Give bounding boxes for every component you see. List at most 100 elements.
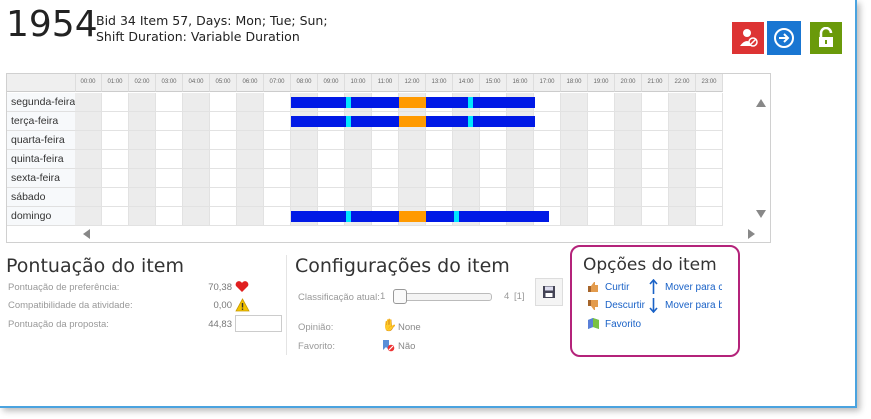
grid-cell[interactable] xyxy=(237,188,264,207)
scroll-right-arrow[interactable] xyxy=(748,229,755,239)
grid-cell[interactable] xyxy=(156,169,183,188)
grid-cell[interactable] xyxy=(210,93,237,112)
grid-cell[interactable] xyxy=(102,150,129,169)
grid-cell[interactable] xyxy=(669,150,696,169)
grid-cell[interactable] xyxy=(642,188,669,207)
like-link[interactable]: Curtir xyxy=(605,282,629,293)
grid-cell[interactable] xyxy=(561,207,588,226)
move-up-link[interactable]: Mover para c xyxy=(665,282,722,293)
grid-cell[interactable] xyxy=(426,169,453,188)
grid-cell[interactable] xyxy=(237,207,264,226)
grid-cell[interactable] xyxy=(534,131,561,150)
user-block-button[interactable] xyxy=(732,22,764,54)
grid-cell[interactable] xyxy=(372,188,399,207)
grid-cell[interactable] xyxy=(480,150,507,169)
grid-cell[interactable] xyxy=(534,188,561,207)
grid-cell[interactable] xyxy=(642,112,669,131)
grid-cell[interactable] xyxy=(399,150,426,169)
grid-cell[interactable] xyxy=(561,188,588,207)
grid-cell[interactable] xyxy=(156,112,183,131)
grid-cell[interactable] xyxy=(480,169,507,188)
grid-cell[interactable] xyxy=(399,131,426,150)
grid-cell[interactable] xyxy=(642,131,669,150)
grid-cell[interactable] xyxy=(507,150,534,169)
grid-cell[interactable] xyxy=(588,112,615,131)
grid-cell[interactable] xyxy=(75,131,102,150)
grid-cell[interactable] xyxy=(345,169,372,188)
grid-cell[interactable] xyxy=(399,169,426,188)
grid-cell[interactable] xyxy=(534,150,561,169)
grid-cell[interactable] xyxy=(588,93,615,112)
next-button[interactable] xyxy=(767,21,801,55)
grid-cell[interactable] xyxy=(615,131,642,150)
grid-cell[interactable] xyxy=(129,93,156,112)
grid-cell[interactable] xyxy=(75,188,102,207)
grid-cell[interactable] xyxy=(561,131,588,150)
grid-cell[interactable] xyxy=(669,188,696,207)
grid-cell[interactable] xyxy=(129,150,156,169)
grid-cell[interactable] xyxy=(669,169,696,188)
grid-cell[interactable] xyxy=(426,150,453,169)
grid-cell[interactable] xyxy=(642,169,669,188)
grid-cell[interactable] xyxy=(318,131,345,150)
grid-cell[interactable] xyxy=(669,207,696,226)
grid-cell[interactable] xyxy=(102,131,129,150)
grid-cell[interactable] xyxy=(264,93,291,112)
grid-cell[interactable] xyxy=(534,93,561,112)
grid-cell[interactable] xyxy=(264,131,291,150)
grid-cell[interactable] xyxy=(669,93,696,112)
grid-cell[interactable] xyxy=(588,169,615,188)
grid-cell[interactable] xyxy=(345,188,372,207)
grid-cell[interactable] xyxy=(156,93,183,112)
grid-cell[interactable] xyxy=(453,188,480,207)
grid-cell[interactable] xyxy=(129,169,156,188)
save-rating-button[interactable] xyxy=(535,278,563,306)
grid-cell[interactable] xyxy=(210,188,237,207)
grid-cell[interactable] xyxy=(183,207,210,226)
grid-cell[interactable] xyxy=(696,112,723,131)
grid-cell[interactable] xyxy=(183,131,210,150)
grid-cell[interactable] xyxy=(75,169,102,188)
grid-cell[interactable] xyxy=(102,207,129,226)
scroll-left-arrow[interactable] xyxy=(83,229,90,239)
grid-cell[interactable] xyxy=(453,169,480,188)
grid-cell[interactable] xyxy=(237,131,264,150)
grid-cell[interactable] xyxy=(480,131,507,150)
grid-cell[interactable] xyxy=(210,112,237,131)
dislike-link[interactable]: Descurtir xyxy=(605,300,645,311)
grid-cell[interactable] xyxy=(453,131,480,150)
grid-cell[interactable] xyxy=(345,150,372,169)
grid-cell[interactable] xyxy=(642,150,669,169)
grid-cell[interactable] xyxy=(183,188,210,207)
grid-cell[interactable] xyxy=(183,93,210,112)
grid-cell[interactable] xyxy=(183,169,210,188)
grid-cell[interactable] xyxy=(615,112,642,131)
proposal-score-input[interactable] xyxy=(235,315,282,332)
grid-cell[interactable] xyxy=(156,150,183,169)
grid-cell[interactable] xyxy=(264,150,291,169)
grid-cell[interactable] xyxy=(183,150,210,169)
grid-cell[interactable] xyxy=(291,169,318,188)
grid-cell[interactable] xyxy=(561,93,588,112)
grid-cell[interactable] xyxy=(318,188,345,207)
grid-cell[interactable] xyxy=(156,131,183,150)
grid-cell[interactable] xyxy=(696,207,723,226)
rating-slider[interactable] xyxy=(393,293,492,301)
favorite-link[interactable]: Favorito xyxy=(605,319,641,330)
grid-cell[interactable] xyxy=(102,112,129,131)
grid-cell[interactable] xyxy=(156,188,183,207)
grid-cell[interactable] xyxy=(264,169,291,188)
grid-cell[interactable] xyxy=(345,131,372,150)
grid-cell[interactable] xyxy=(615,93,642,112)
grid-cell[interactable] xyxy=(291,150,318,169)
grid-cell[interactable] xyxy=(615,150,642,169)
grid-cell[interactable] xyxy=(480,188,507,207)
grid-cell[interactable] xyxy=(129,207,156,226)
grid-cell[interactable] xyxy=(561,169,588,188)
grid-cell[interactable] xyxy=(642,93,669,112)
grid-cell[interactable] xyxy=(129,131,156,150)
grid-cell[interactable] xyxy=(210,131,237,150)
grid-cell[interactable] xyxy=(318,150,345,169)
grid-cell[interactable] xyxy=(588,150,615,169)
grid-cell[interactable] xyxy=(534,112,561,131)
